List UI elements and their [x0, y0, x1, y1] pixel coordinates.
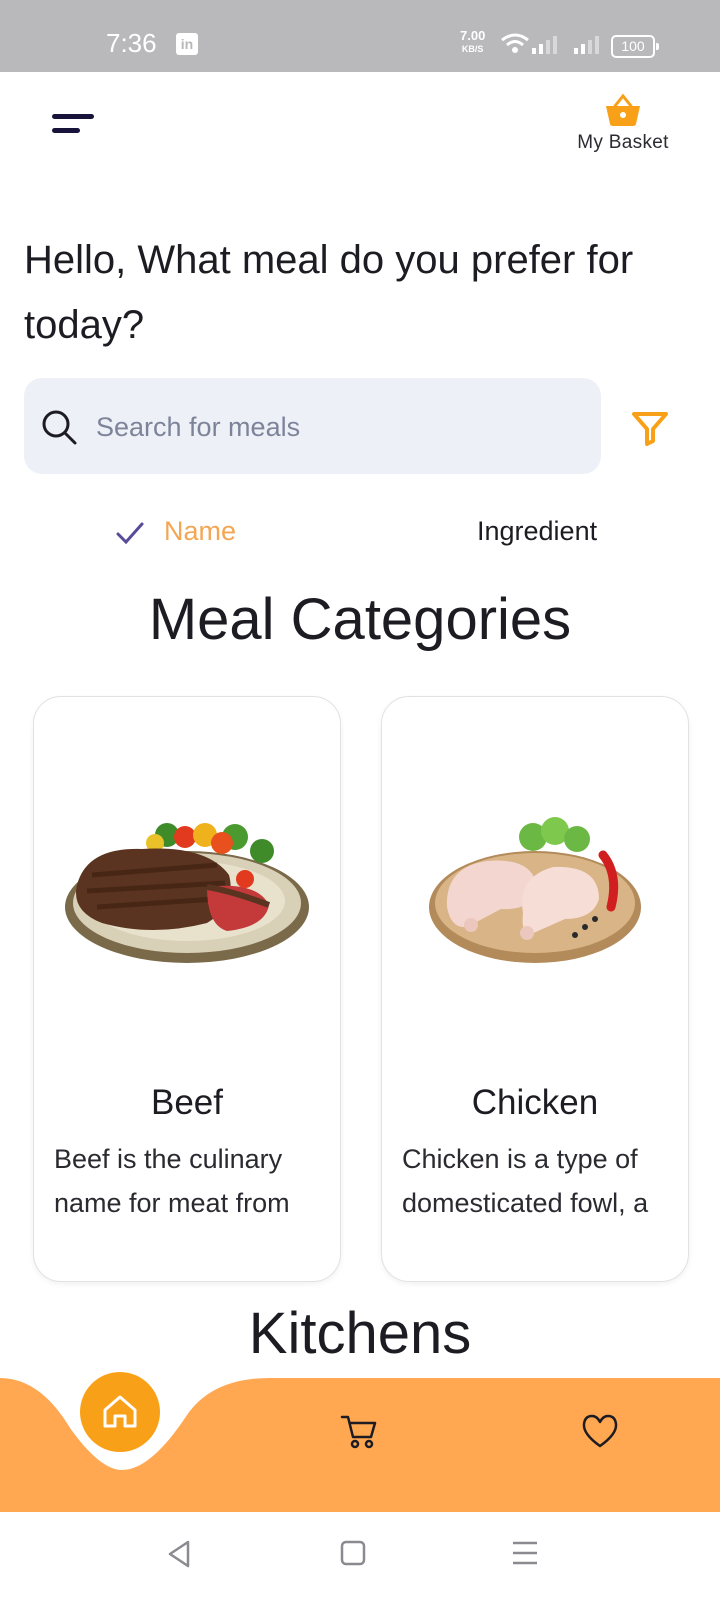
status-time: 7:36 — [106, 28, 157, 58]
menu-icon — [52, 114, 94, 119]
network-speed: 7.00 KB/S — [460, 28, 486, 55]
signal-icon-sim2 — [574, 36, 599, 54]
filter-icon[interactable] — [630, 408, 670, 448]
category-title: Chicken — [471, 1083, 599, 1122]
back-icon[interactable] — [166, 1539, 192, 1569]
category-description: Beef is the culinary name for meat from — [54, 1137, 324, 1225]
search-mode-name-label: Name — [164, 516, 237, 546]
search-mode-ingredient[interactable]: Ingredient — [477, 516, 597, 547]
basket-icon — [606, 94, 640, 126]
beef-image — [65, 823, 309, 963]
signal-icon-sim1 — [532, 36, 557, 54]
heart-icon[interactable] — [581, 1413, 619, 1449]
wifi-icon — [501, 33, 529, 53]
cart-icon[interactable] — [340, 1413, 378, 1449]
menu-button[interactable] — [52, 114, 96, 140]
kitchens-title: Kitchens — [248, 1301, 472, 1366]
greeting-heading: Hello, What meal do you prefer for today… — [24, 238, 634, 347]
category-description-line: Beef is the culinary — [54, 1144, 283, 1174]
category-description-line: domesticated fowl, a — [402, 1188, 649, 1218]
network-speed-value: 7.00 — [460, 28, 486, 43]
category-card-chicken[interactable]: Chicken Chicken is a type of domesticate… — [381, 696, 689, 1282]
status-bar: 7:36 in 7.00 KB/S 100 — [0, 0, 720, 72]
search-input[interactable] — [94, 398, 578, 456]
category-description: Chicken is a type of domesticated fowl, … — [402, 1137, 672, 1225]
check-icon — [116, 522, 144, 544]
network-speed-unit: KB/S — [461, 44, 484, 54]
system-nav-bar — [0, 1512, 720, 1600]
search-icon — [42, 410, 77, 445]
my-basket-button[interactable]: My Basket — [568, 94, 678, 158]
linkedin-icon: in — [176, 33, 198, 55]
basket-label: My Basket — [577, 132, 669, 153]
menu-icon-bar — [52, 128, 80, 133]
category-title: Beef — [151, 1083, 223, 1122]
recent-apps-icon[interactable] — [511, 1539, 539, 1567]
category-description-line: name for meat from — [54, 1188, 290, 1218]
meal-categories-title: Meal Categories — [148, 587, 572, 652]
home-icon — [103, 1395, 137, 1428]
nav-home-button[interactable] — [80, 1372, 160, 1452]
system-home-icon[interactable] — [339, 1539, 367, 1567]
search-bar[interactable] — [24, 378, 601, 474]
battery-indicator: 100 — [611, 35, 659, 58]
chicken-image — [429, 817, 641, 963]
category-description-line: Chicken is a type of — [402, 1144, 638, 1174]
category-card-beef[interactable]: Beef Beef is the culinary name for meat … — [33, 696, 341, 1282]
